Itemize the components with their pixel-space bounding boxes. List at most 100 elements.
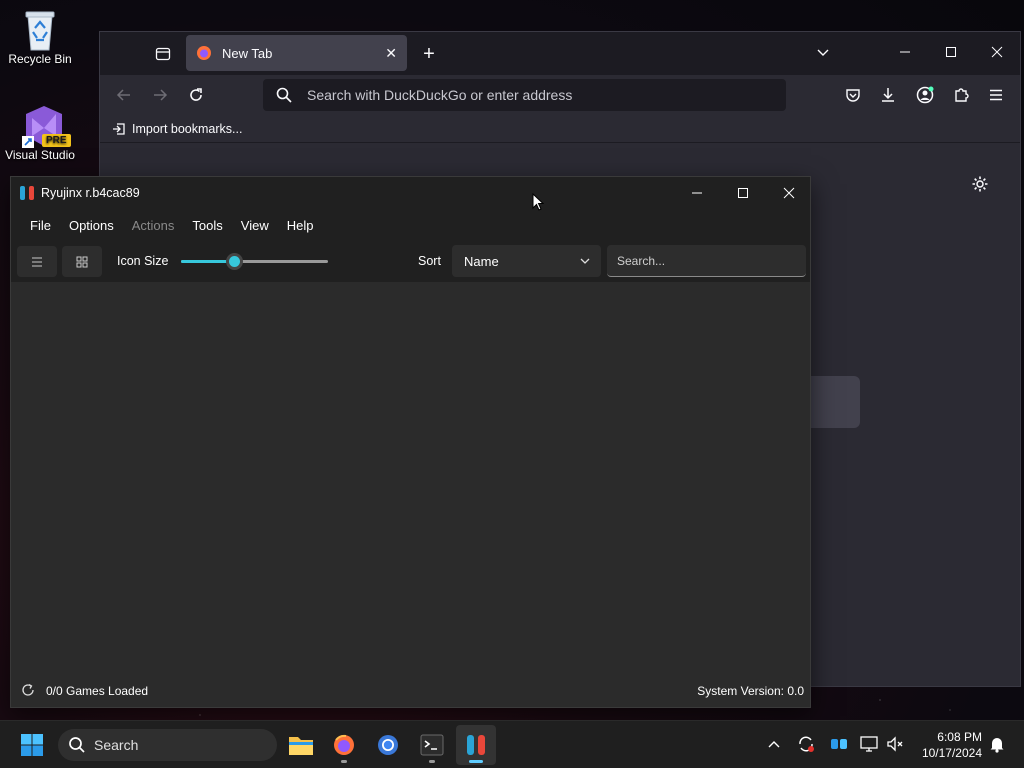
firefox-tab-bar: New Tab ✕ + <box>100 32 1020 75</box>
firefox-logo-icon <box>197 46 211 60</box>
address-bar[interactable]: Search with DuckDuckGo or enter address <box>263 79 786 111</box>
firefox-view-button[interactable] <box>140 34 186 74</box>
display-tray-icon[interactable] <box>858 733 880 755</box>
firefox-view-icon <box>155 47 171 61</box>
close-window-button[interactable] <box>974 32 1020 72</box>
sort-dropdown[interactable]: Name <box>452 245 601 277</box>
tab-new-tab[interactable]: New Tab ✕ <box>186 35 407 71</box>
ryujinx-logo-icon <box>467 735 485 755</box>
maximize-icon <box>738 187 748 198</box>
menu-bar: File Options Actions Tools View Help <box>11 208 810 242</box>
icon-size-label: Icon Size <box>117 254 169 268</box>
firefox-nav-toolbar: Search with DuckDuckGo or enter address <box>100 75 1020 115</box>
new-tab-button[interactable]: + <box>406 34 452 74</box>
icon-size-slider[interactable] <box>181 253 328 270</box>
maximize-button[interactable] <box>720 177 766 208</box>
sync-icon <box>799 736 814 752</box>
taskbar-chrome[interactable] <box>368 725 408 765</box>
recycle-bin-icon <box>20 8 60 51</box>
browser-icon <box>378 735 398 755</box>
customize-new-tab-button[interactable] <box>968 172 992 196</box>
app-menu-button[interactable] <box>980 75 1012 115</box>
game-search-input[interactable]: Search... <box>607 245 806 277</box>
refresh-games-button[interactable] <box>21 683 37 699</box>
taskbar-clock[interactable]: 6:08 PM 10/17/2024 <box>910 729 982 761</box>
taskbar-terminal[interactable] <box>412 725 452 765</box>
taskbar-search-box[interactable]: Search <box>58 729 277 761</box>
close-tab-icon[interactable]: ✕ <box>385 45 397 62</box>
desktop-icon-recycle-bin[interactable]: Recycle Bin <box>0 8 80 66</box>
back-button[interactable] <box>108 75 140 115</box>
status-bar: 0/0 Games Loaded System Version: 0.0 <box>11 676 810 707</box>
menu-options[interactable]: Options <box>60 218 123 233</box>
search-icon <box>69 737 85 753</box>
menu-help[interactable]: Help <box>278 218 323 233</box>
monitor-icon <box>860 736 878 752</box>
minimize-icon <box>900 51 910 53</box>
grid-view-button[interactable] <box>62 246 102 277</box>
desktop-icon-visual-studio-code[interactable]: PRE Visual Studio Code <box>0 104 80 164</box>
visual-studio-icon: PRE <box>20 104 71 148</box>
arrow-left-icon <box>116 89 130 101</box>
notifications-button[interactable] <box>986 733 1008 755</box>
taskbar-ryujinx[interactable] <box>456 725 496 765</box>
chevron-up-icon <box>768 741 780 748</box>
reload-button[interactable] <box>180 75 212 115</box>
speaker-muted-icon <box>887 736 903 752</box>
minimize-icon <box>692 192 702 193</box>
active-indicator <box>469 760 483 763</box>
chevron-down-icon <box>580 258 590 264</box>
import-icon <box>113 122 125 135</box>
import-bookmarks-link[interactable]: Import bookmarks... <box>132 122 242 136</box>
refresh-icon <box>22 683 34 696</box>
pocket-button[interactable] <box>837 75 869 115</box>
taskbar-firefox[interactable] <box>324 725 364 765</box>
menu-view[interactable]: View <box>232 218 278 233</box>
maximize-button[interactable] <box>928 32 974 72</box>
volume-tray-icon[interactable] <box>884 733 906 755</box>
reload-icon <box>190 88 202 101</box>
account-button[interactable] <box>909 75 941 115</box>
close-icon <box>783 187 795 198</box>
list-all-tabs-button[interactable] <box>800 32 846 72</box>
sort-label: Sort <box>418 254 441 268</box>
bluetooth-tray-icon[interactable] <box>828 733 850 755</box>
search-icon <box>276 87 292 103</box>
running-indicator <box>341 760 347 763</box>
icon-size-slider-thumb[interactable] <box>225 253 243 270</box>
menu-tools[interactable]: Tools <box>183 218 231 233</box>
games-loaded-text: 0/0 Games Loaded <box>46 684 149 698</box>
bell-icon <box>990 738 1004 753</box>
extensions-button[interactable] <box>945 75 977 115</box>
show-hidden-icons-button[interactable] <box>763 733 785 755</box>
ryujinx-logo-icon <box>20 185 34 200</box>
account-icon <box>916 86 934 104</box>
start-button[interactable] <box>12 725 52 765</box>
downloads-button[interactable] <box>872 75 904 115</box>
sync-tray-icon[interactable] <box>795 733 817 755</box>
forward-button[interactable] <box>144 75 176 115</box>
people-icon <box>831 739 847 749</box>
close-window-button[interactable] <box>766 177 812 208</box>
menu-file[interactable]: File <box>21 218 60 233</box>
minimize-button[interactable] <box>882 32 928 72</box>
taskbar-search-label: Search <box>94 737 139 753</box>
clock-time: 6:08 PM <box>937 730 982 744</box>
minimize-button[interactable] <box>674 177 720 208</box>
list-view-button[interactable] <box>17 246 57 277</box>
list-view-icon <box>32 256 42 267</box>
terminal-icon <box>420 734 444 756</box>
search-placeholder: Search... <box>617 253 666 268</box>
puzzle-icon <box>955 88 969 102</box>
clock-date: 10/17/2024 <box>921 746 982 760</box>
menu-actions[interactable]: Actions <box>123 218 184 233</box>
window-title: Ryujinx r.b4cac89 <box>41 185 140 200</box>
ryujinx-window: Ryujinx r.b4cac89 File Options Actions T… <box>10 176 811 708</box>
folder-icon <box>289 737 313 755</box>
address-bar-placeholder: Search with DuckDuckGo or enter address <box>307 87 573 103</box>
ryujinx-title-bar[interactable]: Ryujinx r.b4cac89 <box>11 177 810 208</box>
chevron-down-icon <box>817 49 829 56</box>
game-list-area[interactable] <box>11 282 810 676</box>
taskbar-file-explorer[interactable] <box>281 725 321 765</box>
desktop-icon-label: Recycle Bin <box>8 52 72 66</box>
